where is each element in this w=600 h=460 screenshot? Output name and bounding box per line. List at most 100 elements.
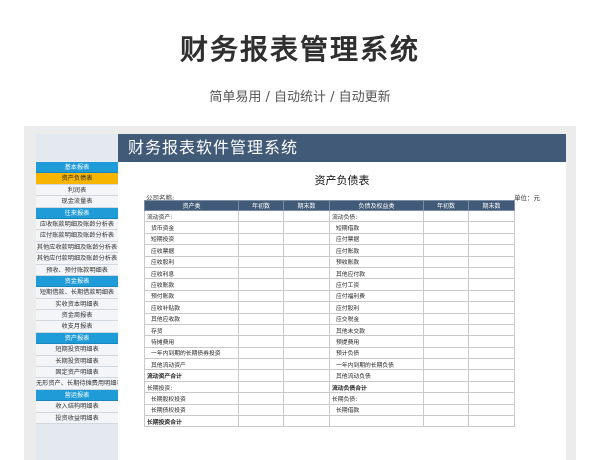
asset-closing-cell[interactable] [283, 335, 330, 348]
liability-opening-cell[interactable] [423, 358, 469, 371]
sidebar-item[interactable]: 资金周报表 [36, 310, 118, 322]
asset-opening-cell[interactable] [238, 369, 284, 382]
asset-opening-cell[interactable] [238, 323, 284, 337]
liability-opening-cell[interactable] [423, 278, 469, 291]
liability-opening-cell[interactable] [423, 255, 469, 268]
asset-opening-cell[interactable] [238, 380, 284, 394]
liability-closing-cell[interactable] [468, 301, 515, 314]
liability-closing-cell[interactable] [468, 209, 515, 223]
liability-closing-cell[interactable] [468, 358, 515, 371]
sidebar-item[interactable]: 应收账款明细及账龄分析表 [36, 218, 118, 231]
liability-closing-cell[interactable] [468, 266, 515, 280]
asset-opening-cell[interactable] [238, 301, 284, 314]
liability-opening-cell[interactable] [423, 289, 469, 303]
sidebar-item[interactable]: 收支月报表 [36, 321, 118, 333]
asset-closing-cell[interactable] [283, 415, 330, 428]
sidebar-item[interactable]: 应付账款明细及账龄分析表 [36, 230, 118, 242]
asset-closing-cell[interactable] [283, 209, 330, 223]
liability-closing-cell[interactable] [468, 244, 515, 257]
asset-closing-cell[interactable] [283, 380, 330, 394]
asset-opening-cell[interactable] [238, 244, 284, 257]
liability-opening-cell[interactable] [423, 369, 469, 382]
asset-opening-cell[interactable] [238, 312, 284, 325]
liability-opening-cell[interactable] [423, 335, 469, 348]
asset-opening-cell[interactable] [238, 232, 284, 246]
asset-closing-cell[interactable] [283, 323, 330, 337]
asset-opening-cell[interactable] [238, 278, 284, 291]
table-row: 短期投资 应付票据 [144, 232, 515, 246]
liability-opening-cell[interactable] [423, 346, 469, 360]
asset-closing-cell[interactable] [283, 266, 330, 280]
liability-closing-cell[interactable] [468, 278, 515, 291]
liability-opening-cell[interactable] [423, 209, 469, 223]
asset-closing-cell[interactable] [283, 301, 330, 314]
sidebar-item[interactable]: 实收资本明细表 [36, 298, 118, 311]
asset-closing-cell[interactable] [283, 255, 330, 268]
sidebar-item[interactable]: 现金流量表 [36, 196, 118, 208]
asset-closing-cell[interactable] [283, 346, 330, 360]
sidebar-item[interactable]: 短期借款、长期借款明细表 [36, 287, 118, 299]
asset-closing-cell[interactable] [283, 221, 330, 234]
sidebar-item[interactable]: 其他应付款明细及账龄分析表 [36, 253, 118, 265]
sidebar-item[interactable]: 无形资产、长期待摊费用明细表 [36, 378, 118, 390]
asset-opening-cell[interactable] [238, 255, 284, 268]
liability-closing-cell[interactable] [468, 312, 515, 325]
table-row: 一年内到期的长期债券投资 预计负债 [144, 346, 515, 360]
asset-opening-cell[interactable] [238, 346, 284, 360]
asset-opening-cell[interactable] [238, 266, 284, 280]
sidebar-item[interactable]: 固定资产明细表 [36, 367, 118, 379]
asset-opening-cell[interactable] [238, 403, 284, 417]
liability-opening-cell[interactable] [423, 380, 469, 394]
sidebar-item[interactable]: 长期投资明细表 [36, 355, 118, 368]
asset-closing-cell[interactable] [283, 392, 330, 405]
asset-closing-cell[interactable] [283, 358, 330, 371]
asset-closing-cell[interactable] [283, 403, 330, 417]
liability-closing-cell[interactable] [468, 323, 515, 337]
liability-closing-cell[interactable] [468, 255, 515, 268]
liability-opening-cell[interactable] [423, 221, 469, 234]
asset-opening-cell[interactable] [238, 358, 284, 371]
asset-item-cell: 长期股权投资 [144, 392, 239, 405]
liability-opening-cell[interactable] [423, 232, 469, 246]
liability-opening-cell[interactable] [423, 312, 469, 325]
liability-closing-cell[interactable] [468, 403, 515, 417]
liability-opening-cell[interactable] [423, 244, 469, 257]
liability-closing-cell[interactable] [468, 415, 515, 428]
liability-closing-cell[interactable] [468, 392, 515, 405]
asset-opening-cell[interactable] [238, 392, 284, 405]
liability-closing-cell[interactable] [468, 369, 515, 382]
asset-closing-cell[interactable] [283, 369, 330, 382]
sidebar-item[interactable]: 短期投资明细表 [36, 344, 118, 356]
app-banner-title: 财务报表软件管理系统 [118, 134, 566, 162]
sidebar-item[interactable]: 预收、预付账款明细表 [36, 264, 118, 276]
liability-closing-cell[interactable] [468, 346, 515, 360]
liability-closing-cell[interactable] [468, 289, 515, 303]
asset-item-cell: 一年内到期的长期债券投资 [144, 346, 239, 360]
asset-opening-cell[interactable] [238, 415, 284, 428]
asset-closing-cell[interactable] [283, 244, 330, 257]
liability-opening-cell[interactable] [423, 403, 469, 417]
liability-opening-cell[interactable] [423, 415, 469, 428]
liability-opening-cell[interactable] [423, 392, 469, 405]
asset-closing-cell[interactable] [283, 289, 330, 303]
liability-opening-cell[interactable] [423, 323, 469, 337]
liability-closing-cell[interactable] [468, 335, 515, 348]
sidebar-section-header: 营运报表 [36, 389, 118, 402]
asset-opening-cell[interactable] [238, 221, 284, 234]
liability-opening-cell[interactable] [423, 301, 469, 314]
sidebar-item[interactable]: 投资收益明细表 [36, 412, 118, 424]
asset-closing-cell[interactable] [283, 232, 330, 246]
liability-closing-cell[interactable] [468, 232, 515, 246]
asset-closing-cell[interactable] [283, 312, 330, 325]
liability-closing-cell[interactable] [468, 221, 515, 234]
liability-closing-cell[interactable] [468, 380, 515, 394]
asset-opening-cell[interactable] [238, 289, 284, 303]
sidebar-item[interactable]: 利润表 [36, 184, 118, 197]
sidebar-item[interactable]: 收入结构明细表 [36, 401, 118, 413]
sidebar-item[interactable]: 其他应收款明细及账龄分析表 [36, 241, 118, 254]
sidebar-item[interactable]: 资产负债表 [36, 173, 118, 185]
liability-opening-cell[interactable] [423, 266, 469, 280]
asset-opening-cell[interactable] [238, 209, 284, 223]
asset-opening-cell[interactable] [238, 335, 284, 348]
asset-closing-cell[interactable] [283, 278, 330, 291]
